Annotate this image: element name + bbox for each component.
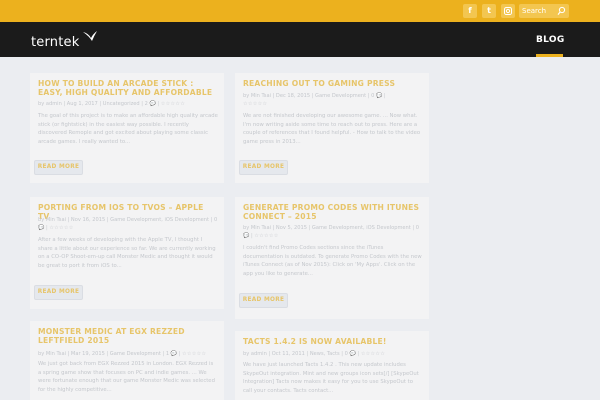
rating-stars: ☆☆☆☆☆: [160, 101, 186, 107]
post-card: TACTS 1.4.2 IS NOW AVAILABLE! by admin |…: [235, 331, 429, 400]
post-meta: by Min Tsai | Mar 19, 2015 | Game Develo…: [38, 350, 220, 358]
instagram-glyph: [504, 7, 512, 15]
post-card: HOW TO BUILD AN ARCADE STICK : EASY, HIG…: [30, 73, 224, 183]
twitter-icon[interactable]: t: [482, 4, 496, 18]
post-excerpt: We are not finished developing our aweso…: [243, 113, 421, 145]
rating-stars: ☆☆☆☆☆: [254, 233, 279, 239]
post-excerpt: The goal of this project is to make an a…: [38, 113, 218, 145]
post-meta: by Min Tsai | Dec 18, 2015 | Game Develo…: [243, 92, 401, 108]
search-icon[interactable]: [557, 6, 566, 16]
post-meta-text: by Min Tsai | Dec 18, 2015 | Game Develo…: [243, 93, 386, 99]
rating-stars: ☆☆☆☆☆: [49, 225, 74, 231]
logo-text: terntek: [31, 35, 80, 50]
post-title[interactable]: MONSTER MEDIC AT EGX REZZED LEFTFIELD 20…: [38, 327, 216, 345]
site-logo[interactable]: terntek: [31, 31, 97, 50]
post-title[interactable]: HOW TO BUILD AN ARCADE STICK : EASY, HIG…: [38, 79, 216, 97]
rating-stars: ☆☆☆☆☆: [360, 351, 386, 357]
read-more-button[interactable]: READ MORE: [239, 160, 288, 175]
facebook-icon[interactable]: f: [463, 4, 477, 18]
post-title[interactable]: GENERATE PROMO CODES WITH ITUNES CONNECT…: [243, 203, 421, 221]
post-meta-text: by admin | Oct 11, 2011 | News, Tacts | …: [243, 351, 360, 357]
post-meta: by Min Tsai | Nov 5, 2015 | Game Develop…: [243, 224, 425, 240]
main-header: terntek BLOG: [0, 22, 600, 57]
post-meta: by admin | Aug 1, 2017 | Uncategorized |…: [38, 100, 218, 108]
top-bar: f t: [0, 0, 600, 22]
post-meta: by Min Tsai | Nov 16, 2015 | Game Develo…: [38, 216, 220, 232]
post-excerpt: We just got back from EGX Rezzed 2015 in…: [38, 361, 215, 393]
nav-blog-link[interactable]: BLOG: [536, 35, 565, 45]
read-more-button[interactable]: READ MORE: [34, 160, 83, 175]
read-more-button[interactable]: READ MORE: [239, 293, 288, 308]
post-card: REACHING OUT TO GAMING PRESS by Min Tsai…: [235, 73, 429, 183]
nav-active-indicator: [536, 54, 563, 57]
tern-bird-icon: [83, 31, 97, 41]
search-input[interactable]: [522, 4, 558, 18]
post-title[interactable]: REACHING OUT TO GAMING PRESS: [243, 79, 421, 88]
rating-stars: ☆☆☆☆☆: [243, 101, 268, 107]
post-card: MONSTER MEDIC AT EGX REZZED LEFTFIELD 20…: [30, 321, 224, 400]
post-excerpt: After a few weeks of developing with the…: [38, 237, 216, 269]
post-title[interactable]: TACTS 1.4.2 IS NOW AVAILABLE!: [243, 337, 421, 346]
post-meta: by admin | Oct 11, 2011 | News, Tacts | …: [243, 350, 425, 358]
post-card: PORTING FROM IOS TO TVOS – APPLE TV by M…: [30, 197, 224, 309]
post-excerpt: We have just launched Tacts 1.4.2 . This…: [243, 362, 419, 394]
post-excerpt: I couldn't find Promo Codes sections sin…: [243, 245, 422, 277]
rating-stars: ☆☆☆☆☆: [182, 351, 207, 357]
instagram-icon[interactable]: [501, 4, 515, 18]
post-meta-text: by admin | Aug 1, 2017 | Uncategorized |…: [38, 101, 160, 107]
search-box[interactable]: [519, 4, 569, 18]
post-meta-text: by Min Tsai | Mar 19, 2015 | Game Develo…: [38, 351, 181, 357]
post-card: GENERATE PROMO CODES WITH ITUNES CONNECT…: [235, 197, 429, 319]
read-more-button[interactable]: READ MORE: [34, 285, 83, 300]
